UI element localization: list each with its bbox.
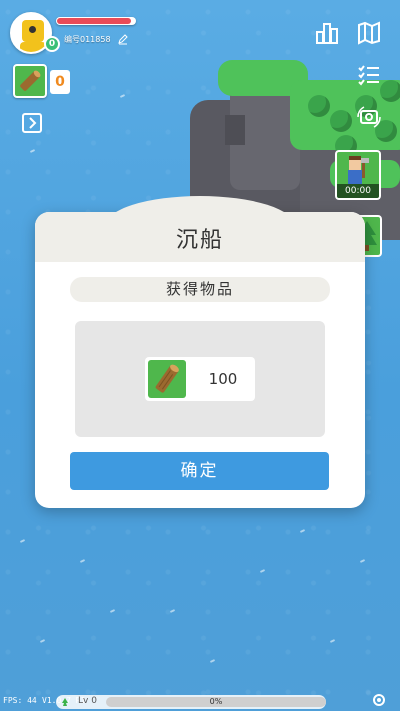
confirm-button[interactable]: 确定: [70, 452, 329, 490]
dialog-title: 沉船: [175, 228, 224, 253]
reward-item-icon-tile: [148, 360, 186, 398]
level-label: Lv 0: [78, 696, 97, 706]
leaf-icon: [62, 698, 68, 706]
reward-items-area: 100: [75, 321, 325, 437]
gear-icon[interactable]: [370, 691, 388, 709]
bottom-status-bar: FPS: 44 V1.0.7 R1 Lv 0 0%: [0, 693, 400, 711]
level-progress: Lv 0 0%: [56, 695, 326, 709]
fps-counter: FPS: 44: [3, 696, 37, 705]
reward-item-card: 100: [145, 357, 255, 401]
shipwreck-dialog: 沉船 获得物品 100 确定: [35, 196, 365, 508]
reward-item-quantity: 100: [208, 370, 238, 388]
xp-percent: 0%: [209, 697, 223, 706]
dialog-subtitle: 获得物品: [70, 277, 330, 302]
xp-bar: 0%: [106, 697, 326, 707]
wood-log-icon: [155, 364, 179, 393]
